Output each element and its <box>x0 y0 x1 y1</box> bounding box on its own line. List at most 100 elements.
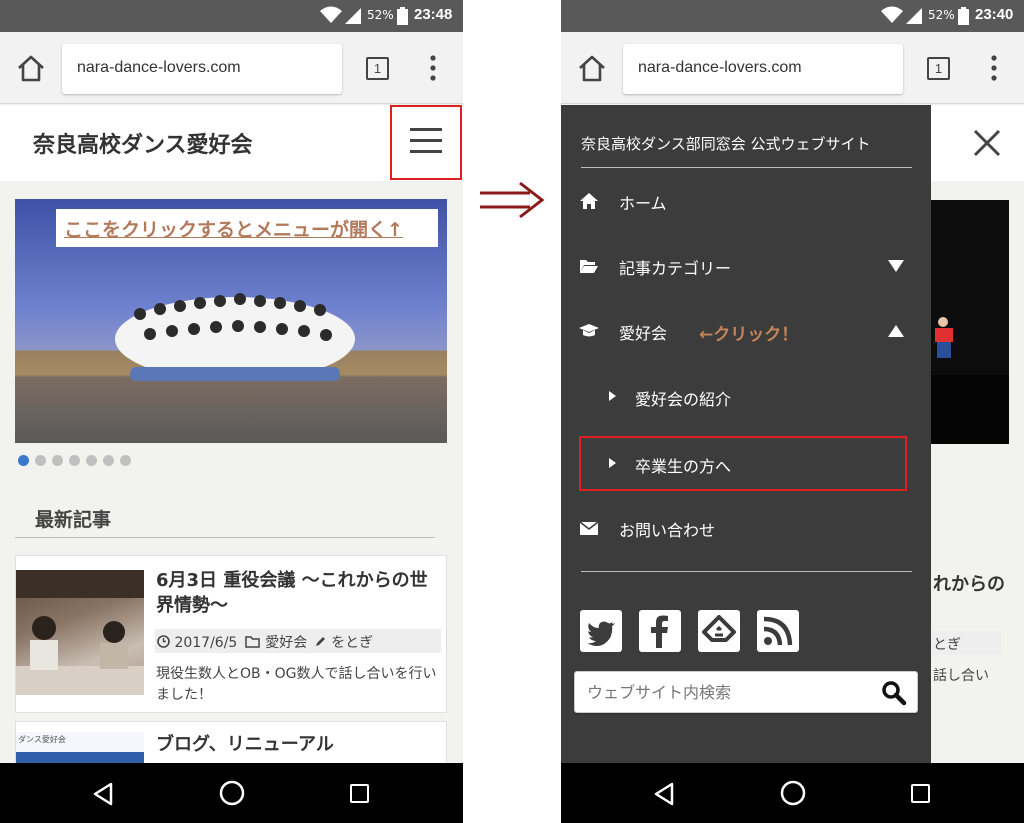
more-vert-icon[interactable] <box>988 54 1000 82</box>
battery-icon <box>397 7 408 25</box>
article-card[interactable]: 6月3日 重役会議 〜これからの世界情勢〜 2017/6/5 愛好会 をとぎ 現… <box>15 555 447 713</box>
menu-item-contact[interactable]: お問い合わせ <box>561 508 931 548</box>
pencil-icon <box>315 637 325 646</box>
slider-dot[interactable] <box>52 455 63 466</box>
battery-percent: 52% <box>367 8 394 22</box>
submenu-item-label: 卒業生の方へ <box>635 457 732 476</box>
home-circle-icon[interactable] <box>780 780 806 806</box>
recents-icon[interactable] <box>911 784 930 803</box>
close-icon[interactable] <box>971 127 1003 159</box>
hamburger-menu-button[interactable] <box>390 105 462 180</box>
twitter-icon <box>587 621 615 647</box>
site-search-box <box>574 671 918 713</box>
drawer-divider <box>581 571 912 572</box>
clock: 23:48 <box>414 6 453 23</box>
browser-toolbar: nara-dance-lovers.com 1 <box>561 32 1024 104</box>
menu-item-label: 愛好会 <box>619 324 668 343</box>
signal-icon <box>906 8 922 24</box>
submenu-item-intro[interactable]: 愛好会の紹介 <box>561 377 901 417</box>
slider-dot[interactable] <box>18 455 29 466</box>
battery-icon <box>958 7 969 25</box>
battery-percent: 52% <box>928 8 955 22</box>
url-bar[interactable]: nara-dance-lovers.com <box>623 44 903 94</box>
drawer-title[interactable]: 奈良高校ダンス部同窓会 公式ウェブサイト <box>581 133 870 154</box>
article-thumbnail[interactable] <box>16 570 144 695</box>
submenu-item-label: 愛好会の紹介 <box>635 390 732 409</box>
double-arrow-right-icon <box>480 181 545 219</box>
facebook-icon <box>651 615 668 648</box>
caret-right-icon <box>609 391 616 401</box>
rss-button[interactable] <box>757 610 799 652</box>
back-icon[interactable] <box>92 782 114 806</box>
menu-item-label: ホーム <box>619 194 667 213</box>
slider-caption-text: ここをクリックするとメニューが開く↑ <box>64 219 403 241</box>
slider-dot[interactable] <box>86 455 97 466</box>
menu-item-label: お問い合わせ <box>619 521 716 540</box>
click-annotation: ←クリック！ <box>699 325 799 345</box>
url-bar[interactable]: nara-dance-lovers.com <box>62 44 342 94</box>
tab-switcher-button[interactable]: 1 <box>927 57 950 80</box>
folder-icon <box>245 636 260 648</box>
phone-screen-after: 52% 23:40 nara-dance-lovers.com 1 れからの と… <box>561 0 1024 823</box>
site-title[interactable]: 奈良高校ダンス愛好会 <box>33 127 253 159</box>
submenu-item-alumni[interactable]: 卒業生の方へ <box>561 444 901 484</box>
article-category[interactable]: 愛好会 <box>265 635 307 651</box>
caret-down-icon[interactable] <box>887 259 905 273</box>
url-text: nara-dance-lovers.com <box>638 59 802 76</box>
drawer-divider <box>581 167 912 168</box>
caret-right-icon <box>609 458 616 468</box>
slider-dot[interactable] <box>103 455 114 466</box>
menu-item-categories[interactable]: 記事カテゴリー <box>561 246 931 286</box>
article-excerpt: 現役生数人とOB・OG数人で話し合いを行いました！ <box>156 666 437 703</box>
slider-dot[interactable] <box>69 455 80 466</box>
clock-icon <box>157 635 170 648</box>
envelope-icon <box>579 521 599 535</box>
image-slider-peek[interactable] <box>931 200 1009 444</box>
article-title[interactable]: 6月3日 重役会議 〜これからの世界情勢〜 <box>156 568 441 618</box>
article-meta: 2017/6/5 愛好会 をとぎ <box>155 629 441 653</box>
article-meta-peek: とぎ <box>931 631 1001 655</box>
android-nav-bar <box>0 763 463 823</box>
status-bar: 52% 23:40 <box>561 0 1024 32</box>
graduation-cap-icon <box>579 324 599 337</box>
dancers-group-photo <box>115 293 355 381</box>
article-author[interactable]: をとぎ <box>331 635 373 651</box>
android-nav-bar <box>561 763 1024 823</box>
wifi-icon <box>320 6 342 23</box>
menu-item-home[interactable]: ホーム <box>561 181 931 221</box>
back-icon[interactable] <box>653 782 675 806</box>
article-excerpt-peek: 話し合い <box>933 668 989 684</box>
home-icon[interactable] <box>577 54 607 82</box>
latest-posts-heading: 最新記事 <box>35 509 112 531</box>
recents-icon[interactable] <box>350 784 369 803</box>
site-search-input[interactable] <box>587 680 867 704</box>
slider-dot[interactable] <box>35 455 46 466</box>
menu-item-club[interactable]: 愛好会 ←クリック！ <box>561 311 931 351</box>
facebook-button[interactable] <box>639 610 681 652</box>
more-vert-icon[interactable] <box>427 54 439 82</box>
rss-icon <box>763 616 793 646</box>
wifi-icon <box>881 6 903 23</box>
article-date: 2017/6/5 <box>174 635 238 651</box>
nav-drawer: 奈良高校ダンス部同窓会 公式ウェブサイト ホーム 記事カテゴリー 愛好会 ←クリ… <box>561 105 931 763</box>
feedly-icon <box>702 615 736 642</box>
menu-item-label: 記事カテゴリー <box>619 259 732 278</box>
home-icon[interactable] <box>16 54 46 82</box>
signal-icon <box>345 8 361 24</box>
hamburger-icon <box>410 128 442 131</box>
home-icon <box>580 193 598 209</box>
caret-up-icon[interactable] <box>887 324 905 338</box>
slider-caption-annotation: ここをクリックするとメニューが開く↑ <box>56 209 438 247</box>
search-icon[interactable] <box>881 680 907 706</box>
thumbnail-text: ダンス愛好会 <box>18 735 66 744</box>
slider-dot[interactable] <box>120 455 131 466</box>
url-text: nara-dance-lovers.com <box>77 59 241 76</box>
twitter-button[interactable] <box>580 610 622 652</box>
article-title[interactable]: ブログ、リニューアル <box>156 732 441 757</box>
article-title-peek: れからの <box>933 574 1005 595</box>
feedly-button[interactable] <box>698 610 740 652</box>
tab-switcher-button[interactable]: 1 <box>366 57 389 80</box>
home-circle-icon[interactable] <box>219 780 245 806</box>
browser-toolbar: nara-dance-lovers.com 1 <box>0 32 463 104</box>
section-divider <box>15 537 435 538</box>
